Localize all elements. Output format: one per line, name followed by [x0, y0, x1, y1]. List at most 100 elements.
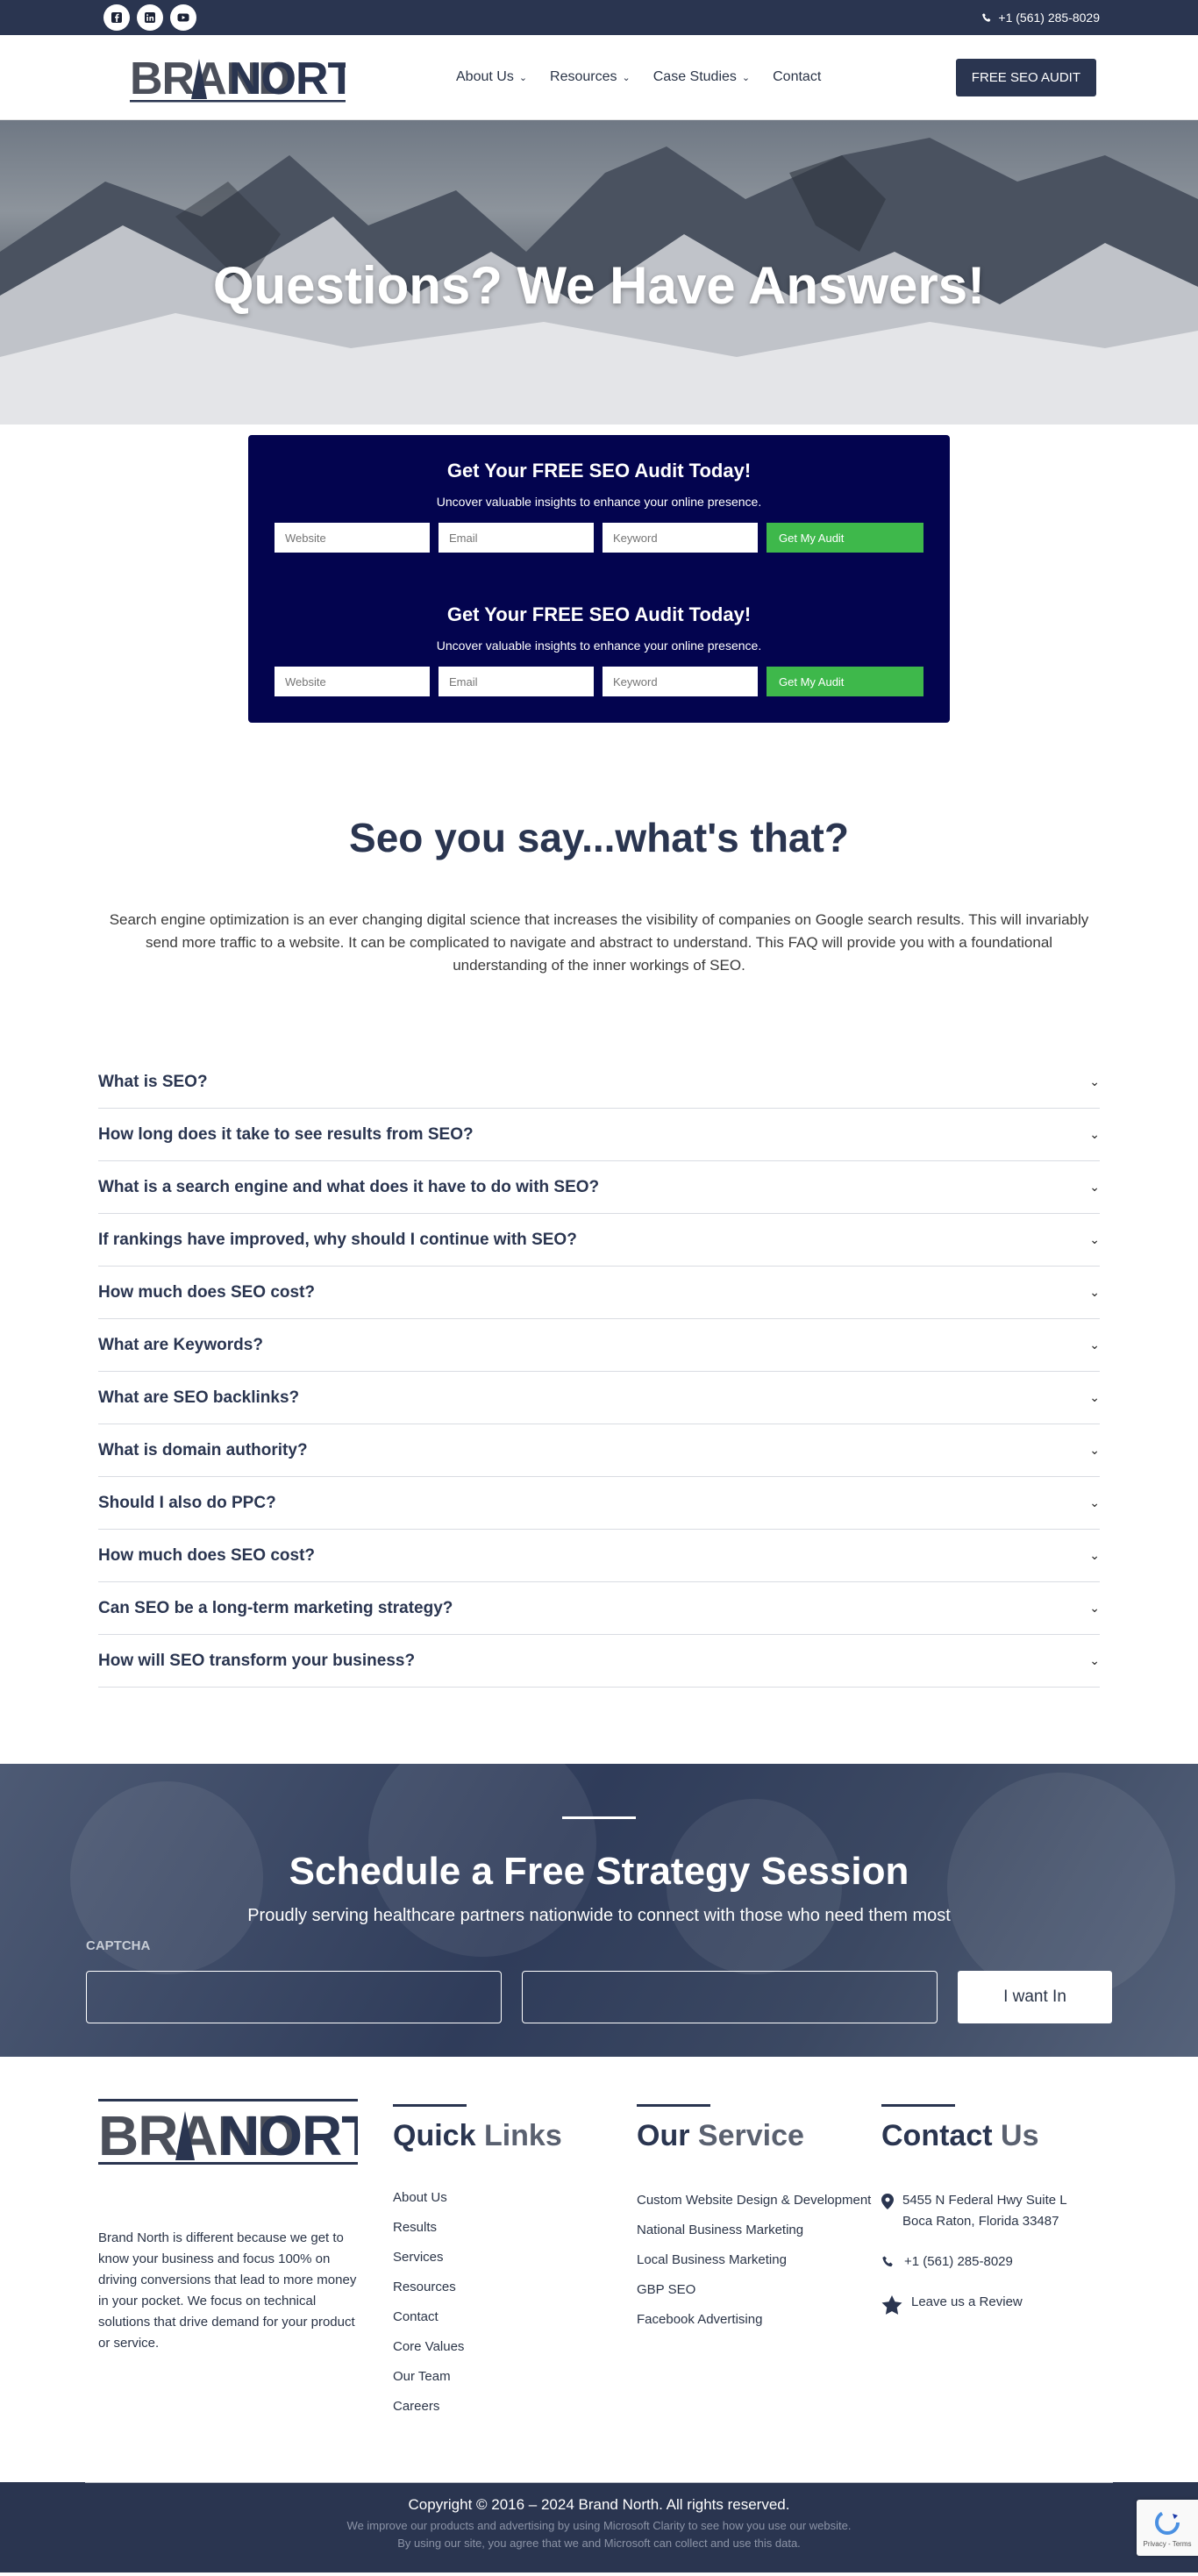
quick-links-heading: Quick Links — [393, 2119, 637, 2153]
nav-contact[interactable]: Contact — [773, 69, 821, 85]
top-phone[interactable]: +1 (561) 285-8029 — [981, 11, 1100, 25]
email-input[interactable] — [439, 523, 594, 553]
nav-about-us[interactable]: About Us ⌄ — [456, 69, 527, 85]
chevron-down-icon: ⌄ — [1089, 1285, 1100, 1299]
address-text[interactable]: 5455 N Federal Hwy Suite L Boca Raton, F… — [902, 2190, 1087, 2232]
footer-brand-logo[interactable]: BRAND NORTH — [98, 2099, 416, 2167]
phone-icon — [982, 12, 991, 22]
copyright-bar: Copyright © 2016 – 2024 Brand North. All… — [0, 2482, 1198, 2572]
chevron-down-icon: ⌄ — [1089, 1443, 1100, 1457]
nav-label[interactable]: Resources — [550, 69, 617, 85]
footer-services: Our Service Custom Website Design & Deve… — [637, 2099, 881, 2482]
nav-label[interactable]: About Us — [456, 69, 514, 85]
phone-icon — [882, 2256, 893, 2267]
footer-service-link[interactable]: GBP SEO — [637, 2280, 881, 2301]
footer-address[interactable]: 5455 N Federal Hwy Suite L Boca Raton, F… — [881, 2190, 1087, 2232]
nav-label[interactable]: Case Studies — [653, 69, 737, 85]
faq-question[interactable]: What is SEO? — [98, 1073, 208, 1092]
nav-case-studies[interactable]: Case Studies ⌄ — [653, 69, 750, 85]
footer-review[interactable]: Leave us a Review — [881, 2292, 1087, 2315]
phone-text[interactable]: +1 (561) 285-8029 — [904, 2251, 1013, 2273]
faq-question[interactable]: How will SEO transform your business? — [98, 1652, 415, 1671]
seo-audit-form: Get Your FREE SEO Audit Today! Uncover v… — [248, 579, 950, 723]
get-my-audit-button[interactable]: Get My Audit — [767, 523, 923, 553]
session-input-2[interactable] — [522, 1971, 938, 2023]
copyright-text: Copyright © 2016 – 2024 Brand North. All… — [408, 2496, 790, 2513]
faq-question[interactable]: How much does SEO cost? — [98, 1283, 315, 1302]
map-pin-icon — [881, 2194, 894, 2209]
footer-link[interactable]: Results — [393, 2220, 637, 2236]
keyword-input[interactable] — [603, 523, 758, 553]
faq-item[interactable]: Can SEO be a long-term marketing strateg… — [98, 1582, 1100, 1635]
contact-us-heading: Contact Us — [881, 2119, 1087, 2153]
recaptcha-terms[interactable]: Privacy - Terms — [1144, 2540, 1192, 2548]
our-service-heading: Our Service — [637, 2119, 881, 2153]
faq-item[interactable]: How will SEO transform your business? ⌄ — [98, 1635, 1100, 1688]
chevron-down-icon: ⌄ — [1089, 1127, 1100, 1141]
footer-link[interactable]: Services — [393, 2250, 637, 2266]
chevron-down-icon: ⌄ — [1089, 1180, 1100, 1194]
website-input[interactable] — [275, 523, 430, 553]
footer-service-link[interactable]: Facebook Advertising — [637, 2309, 881, 2330]
faq-item[interactable]: What are Keywords? ⌄ — [98, 1319, 1100, 1372]
footer-service-link[interactable]: Local Business Marketing — [637, 2250, 881, 2271]
intro-heading: Seo you say...what's that? — [349, 815, 849, 860]
footer-link[interactable]: Contact — [393, 2309, 637, 2325]
faq-question[interactable]: How much does SEO cost? — [98, 1546, 315, 1566]
faq-question[interactable]: Can SEO be a long-term marketing strateg… — [98, 1599, 453, 1618]
faq-item[interactable]: What is SEO? ⌄ — [98, 1056, 1100, 1109]
session-input-1[interactable] — [86, 1971, 502, 2023]
get-my-audit-button[interactable]: Get My Audit — [767, 667, 923, 696]
footer-phone[interactable]: +1 (561) 285-8029 — [881, 2251, 1087, 2273]
heading-word: Service — [697, 2119, 804, 2152]
faq-item[interactable]: What is a search engine and what does it… — [98, 1161, 1100, 1214]
faq-question[interactable]: What are SEO backlinks? — [98, 1388, 299, 1408]
linkedin-icon[interactable] — [137, 4, 163, 31]
footer-link[interactable]: About Us — [393, 2190, 637, 2206]
site-footer: BRAND NORTH Brand North is different bec… — [0, 2057, 1198, 2482]
hero-title: Questions? We Have Answers! — [212, 256, 986, 315]
faq-question[interactable]: Should I also do PPC? — [98, 1494, 276, 1513]
faq-item[interactable]: How much does SEO cost? ⌄ — [98, 1530, 1100, 1582]
footer-link[interactable]: Resources — [393, 2280, 637, 2295]
review-link[interactable]: Leave us a Review — [911, 2292, 1023, 2313]
facebook-icon[interactable] — [103, 4, 130, 31]
free-seo-audit-button[interactable]: FREE SEO AUDIT — [955, 58, 1096, 96]
nav-label[interactable]: Contact — [773, 69, 821, 85]
faq-question[interactable]: How long does it take to see results fro… — [98, 1125, 474, 1145]
faq-question[interactable]: What is domain authority? — [98, 1441, 308, 1460]
top-phone-number[interactable]: +1 (561) 285-8029 — [998, 11, 1100, 25]
audit-subtitle: Uncover valuable insights to enhance you… — [436, 639, 762, 653]
svg-text:NORTH: NORTH — [229, 54, 346, 104]
email-input[interactable] — [439, 667, 594, 696]
footer-link[interactable]: Core Values — [393, 2339, 637, 2355]
brand-logo[interactable]: BRAND NORTH — [130, 50, 346, 104]
footer-link[interactable]: Careers — [393, 2399, 637, 2415]
youtube-icon[interactable] — [170, 4, 196, 31]
footer-link[interactable]: Our Team — [393, 2369, 637, 2385]
chevron-down-icon: ⌄ — [1089, 1232, 1100, 1246]
heading-word: Us — [1001, 2119, 1039, 2152]
faq-item[interactable]: What is domain authority? ⌄ — [98, 1424, 1100, 1477]
faq-item[interactable]: How much does SEO cost? ⌄ — [98, 1267, 1100, 1319]
footer-service-link[interactable]: National Business Marketing — [637, 2220, 881, 2241]
faq-question[interactable]: If rankings have improved, why should I … — [98, 1231, 577, 1250]
heading-word: Quick — [393, 2119, 476, 2152]
website-input[interactable] — [275, 667, 430, 696]
i-want-in-button[interactable]: I want In — [958, 1971, 1112, 2023]
faq-list: What is SEO? ⌄ How long does it take to s… — [0, 1056, 1198, 1688]
faq-item[interactable]: Should I also do PPC? ⌄ — [98, 1477, 1100, 1530]
strategy-session-section: Schedule a Free Strategy Session Proudly… — [0, 1764, 1198, 2057]
faq-question[interactable]: What is a search engine and what does it… — [98, 1178, 599, 1197]
faq-question[interactable]: What are Keywords? — [98, 1336, 263, 1355]
recaptcha-badge[interactable]: Privacy - Terms — [1137, 2500, 1198, 2556]
session-title: Schedule a Free Strategy Session — [289, 1850, 909, 1893]
faq-item[interactable]: How long does it take to see results fro… — [98, 1109, 1100, 1161]
faq-item[interactable]: If rankings have improved, why should I … — [98, 1214, 1100, 1267]
nav-resources[interactable]: Resources ⌄ — [550, 69, 631, 85]
hero-banner: Questions? We Have Answers! — [0, 120, 1198, 425]
keyword-input[interactable] — [603, 667, 758, 696]
social-links — [103, 4, 196, 31]
faq-item[interactable]: What are SEO backlinks? ⌄ — [98, 1372, 1100, 1424]
footer-service-link[interactable]: Custom Website Design & Development — [637, 2190, 881, 2211]
